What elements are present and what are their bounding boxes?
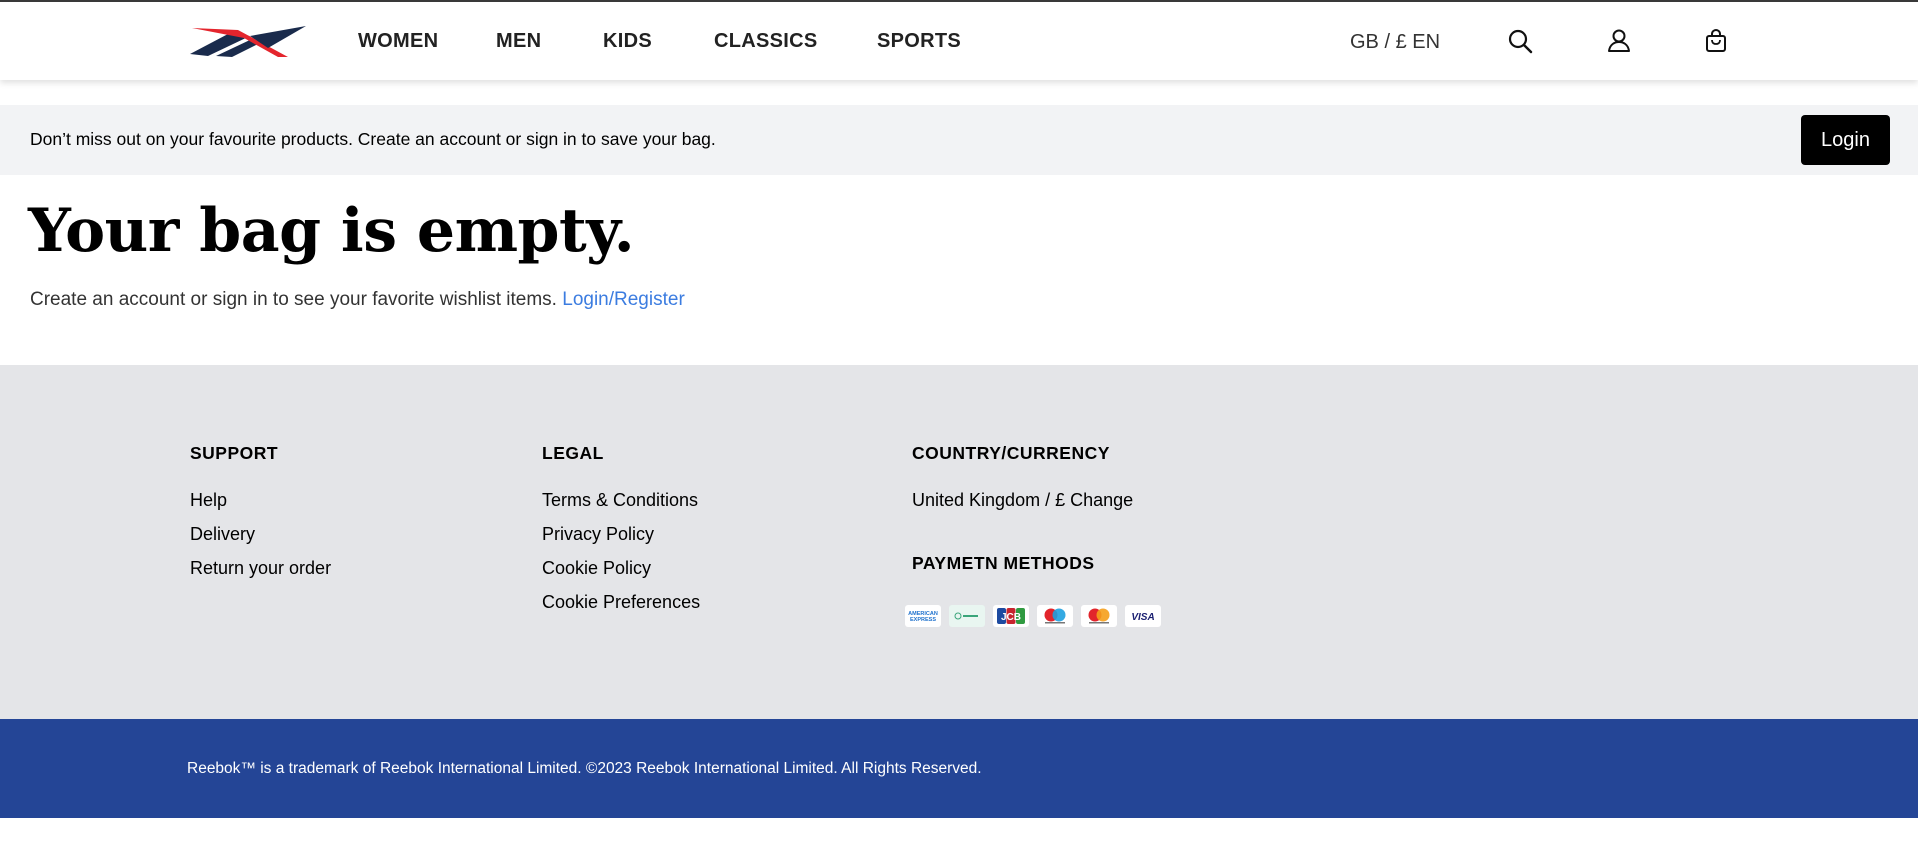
footer-link-delivery[interactable]: Delivery <box>190 524 331 558</box>
nav-men[interactable]: MEN <box>496 30 541 53</box>
banner-message: Don’t miss out on your favourite product… <box>30 129 716 149</box>
maestro-icon <box>1037 605 1073 627</box>
footer-support-column: SUPPORT Help Delivery Return your order <box>190 443 331 592</box>
footer-legal-column: LEGAL Terms & Conditions Privacy Policy … <box>542 443 700 626</box>
footer-link-cookie-preferences[interactable]: Cookie Preferences <box>542 592 700 626</box>
svg-text:EXPRESS: EXPRESS <box>910 617 936 623</box>
site-header: WOMEN MEN KIDS CLASSICS SPORTS GB / £ EN <box>0 2 1918 80</box>
login-button[interactable]: Login <box>1801 115 1890 165</box>
mastercard-icon <box>1081 605 1117 627</box>
nav-sports[interactable]: SPORTS <box>877 30 961 53</box>
svg-text:JCB: JCB <box>1001 612 1021 623</box>
empty-bag-text: Create an account or sign in to see your… <box>30 289 557 310</box>
footer-payment-heading: PAYMETN METHODS <box>912 553 1095 573</box>
reebok-logo[interactable] <box>188 24 308 58</box>
login-register-link[interactable]: Login/Register <box>562 289 685 310</box>
nav-kids[interactable]: KIDS <box>603 30 652 53</box>
visa-icon: VISA <box>1125 605 1161 627</box>
copyright-text: Reebok™ is a trademark of Reebok Interna… <box>187 760 982 777</box>
footer-link-cookie-policy[interactable]: Cookie Policy <box>542 558 700 592</box>
other-card-icon <box>949 605 985 627</box>
save-bag-banner: Don’t miss out on your favourite product… <box>0 105 1918 175</box>
footer-link-terms[interactable]: Terms & Conditions <box>542 490 700 524</box>
nav-women[interactable]: WOMEN <box>358 30 438 53</box>
svg-text:VISA: VISA <box>1131 612 1154 623</box>
footer-bottom-bar: Reebok™ is a trademark of Reebok Interna… <box>0 719 1918 818</box>
footer-legal-heading: LEGAL <box>542 443 604 463</box>
empty-bag-message: Create an account or sign in to see your… <box>30 289 685 311</box>
footer-link-help[interactable]: Help <box>190 490 331 524</box>
footer-country-column: COUNTRY/CURRENCY United Kingdom / £ Chan… <box>912 443 1133 524</box>
footer-support-heading: SUPPORT <box>190 443 279 463</box>
nav-classics[interactable]: CLASSICS <box>714 30 818 53</box>
footer-country-heading: COUNTRY/CURRENCY <box>912 443 1110 463</box>
search-icon[interactable] <box>1507 28 1533 54</box>
country-currency-selector[interactable]: United Kingdom / £ Change <box>912 490 1133 524</box>
payment-methods: AMERICAN EXPRESS JCB VISA <box>905 605 1161 627</box>
page-title: Your bag is empty. <box>28 196 635 266</box>
footer-link-return-order[interactable]: Return your order <box>190 558 331 592</box>
user-icon[interactable] <box>1606 28 1632 54</box>
locale-selector[interactable]: GB / £ EN <box>1350 31 1440 54</box>
site-footer: SUPPORT Help Delivery Return your order … <box>0 365 1918 719</box>
jcb-icon: JCB <box>993 605 1029 627</box>
footer-link-privacy[interactable]: Privacy Policy <box>542 524 700 558</box>
bag-icon[interactable] <box>1703 28 1729 54</box>
american-express-icon: AMERICAN EXPRESS <box>905 605 941 627</box>
